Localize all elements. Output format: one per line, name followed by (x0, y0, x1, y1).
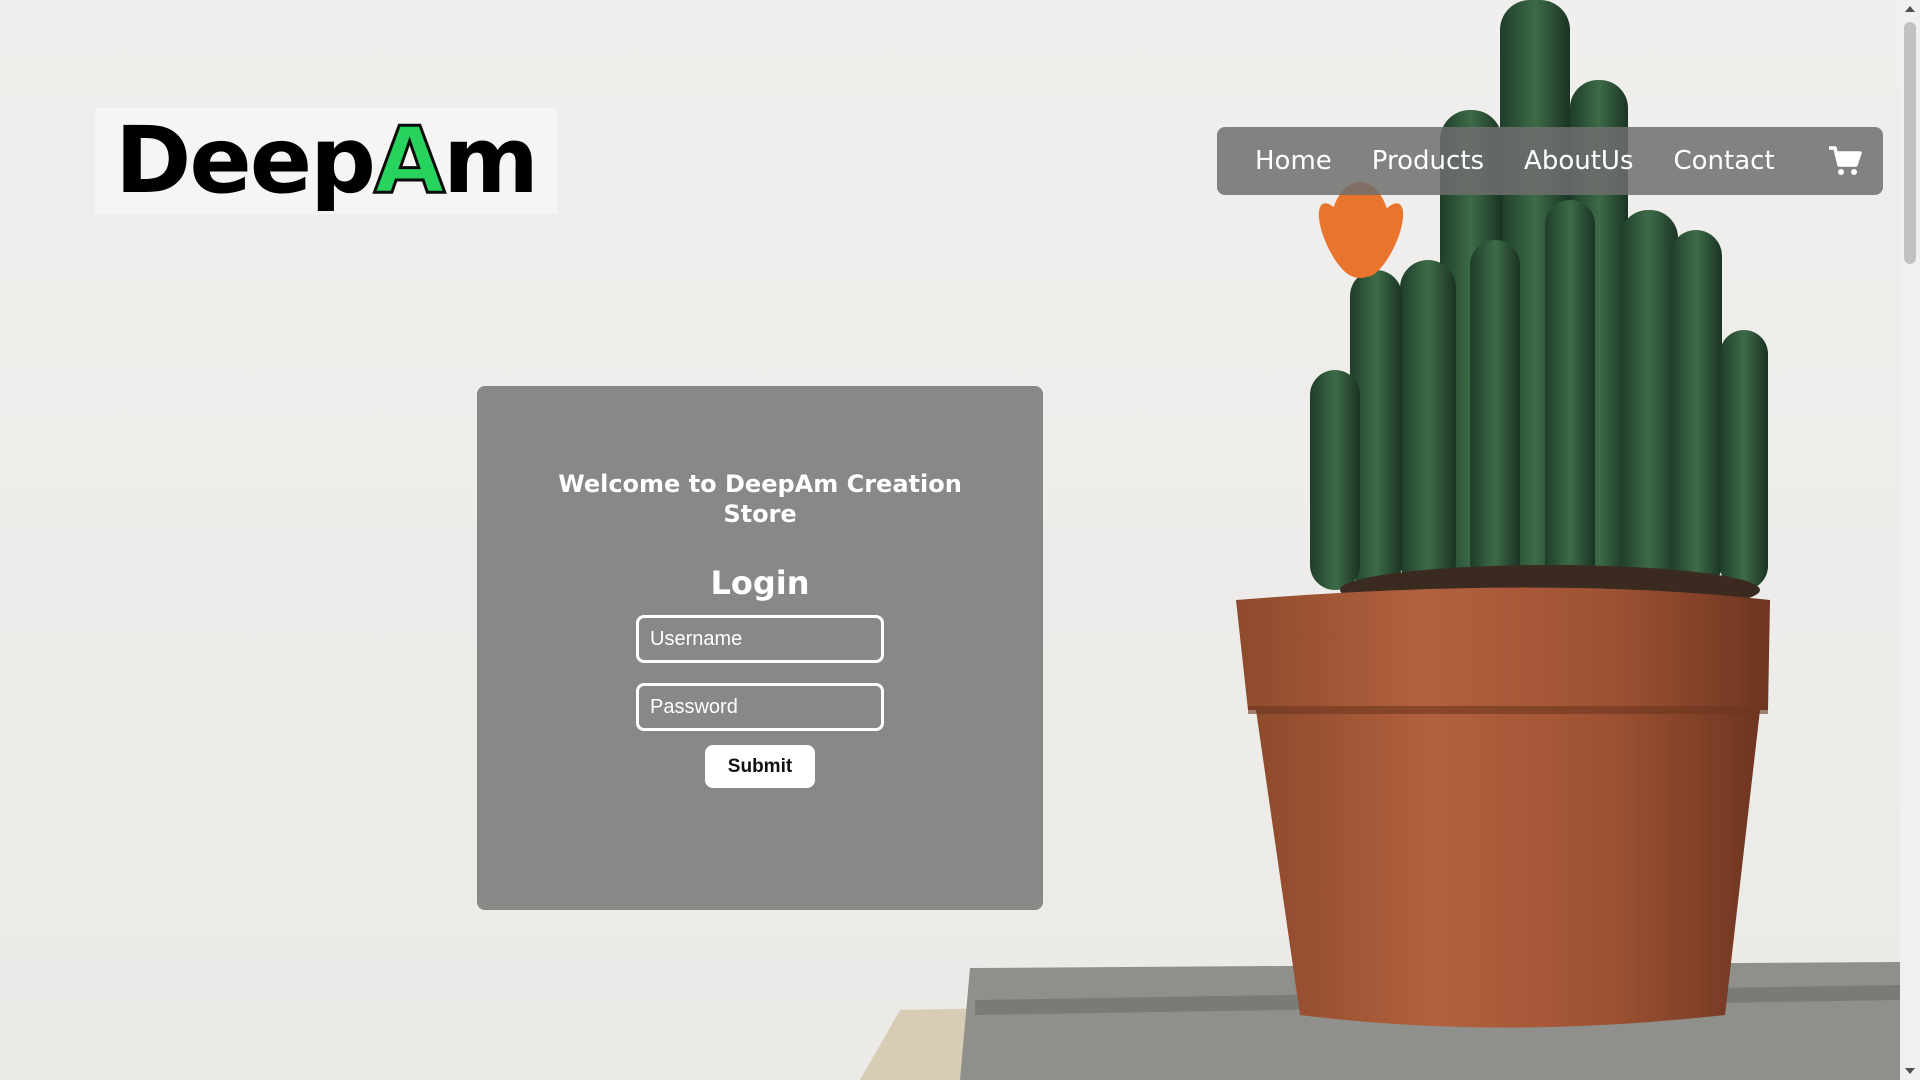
nav-aboutus[interactable]: AboutUs (1524, 146, 1633, 176)
nav-home[interactable]: Home (1255, 146, 1332, 176)
scroll-up-arrow-icon[interactable] (1905, 6, 1915, 12)
main-nav: Home Products AboutUs Contact (1217, 127, 1883, 195)
nav-contact[interactable]: Contact (1674, 146, 1775, 176)
submit-button[interactable]: Submit (705, 745, 815, 788)
logo-part-deep: Deep (114, 107, 376, 214)
logo-part-m: m (443, 107, 539, 214)
scrollbar[interactable] (1900, 0, 1920, 1080)
password-input[interactable] (636, 683, 884, 731)
logo[interactable]: DeepAm (95, 108, 557, 214)
login-card: Welcome to DeepAm Creation Store Login S… (477, 386, 1043, 910)
welcome-heading: Welcome to DeepAm Creation Store (558, 470, 962, 528)
logo-wordmark: DeepAm (115, 113, 539, 208)
logo-part-accent: A (372, 107, 446, 214)
login-title: Login (710, 564, 810, 602)
scrollbar-thumb[interactable] (1904, 22, 1916, 264)
username-input[interactable] (636, 615, 884, 663)
scroll-down-arrow-icon[interactable] (1905, 1068, 1915, 1074)
shopping-cart-icon[interactable] (1827, 145, 1863, 177)
nav-products[interactable]: Products (1372, 146, 1484, 176)
